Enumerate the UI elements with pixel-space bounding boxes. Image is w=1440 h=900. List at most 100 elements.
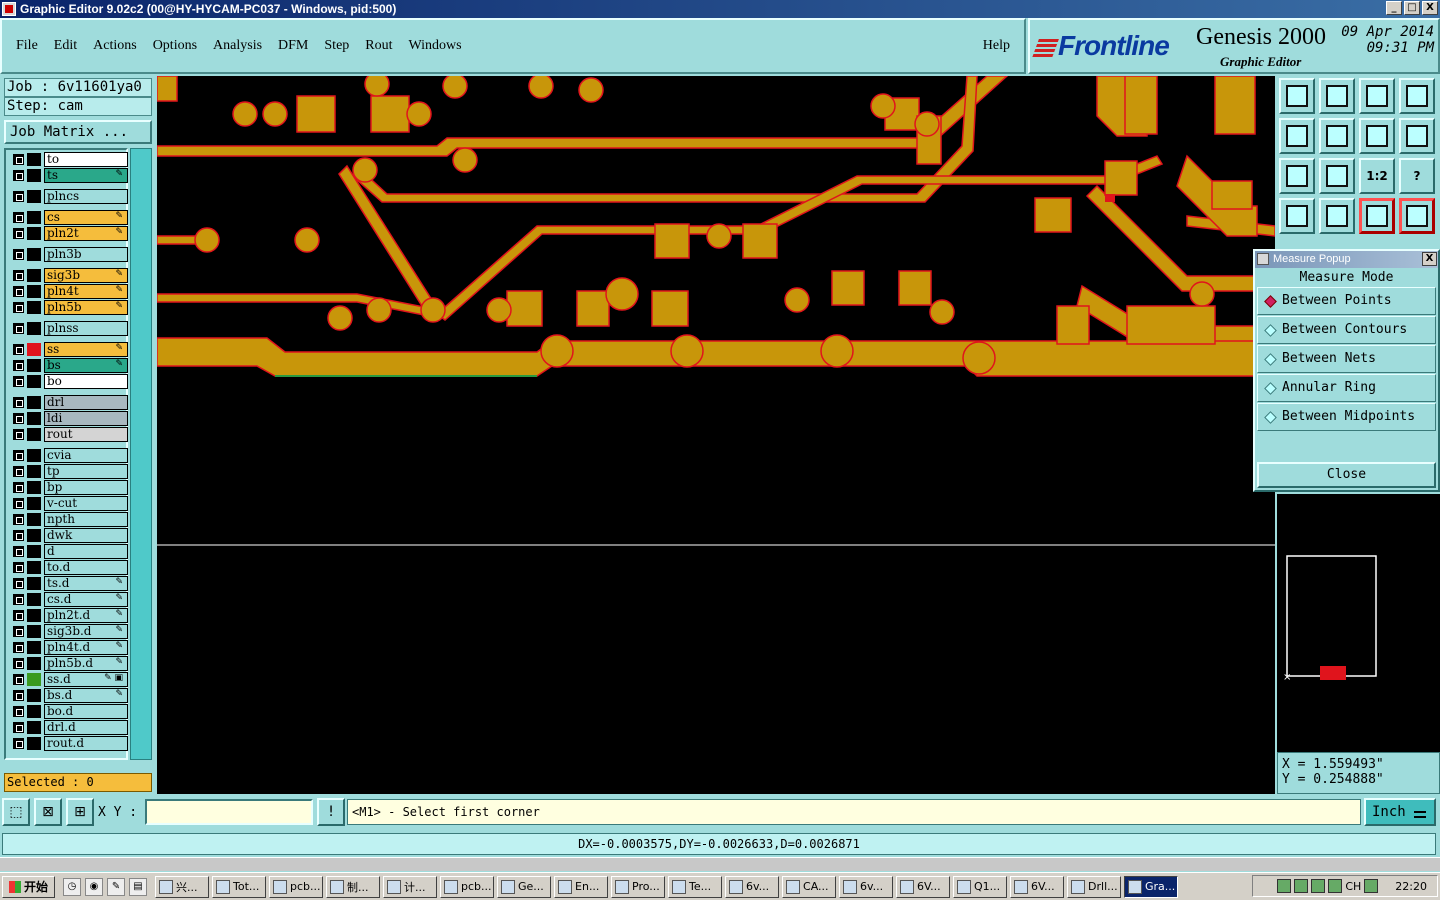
layer-color-swatch[interactable] xyxy=(27,375,41,388)
layer-row-drl[interactable]: drl xyxy=(10,395,128,410)
layer-row-sig3b-d[interactable]: sig3b.d ✎ xyxy=(10,624,128,639)
layer-checkbox[interactable] xyxy=(12,721,25,734)
layer-checkbox[interactable] xyxy=(12,375,25,388)
layer-color-swatch[interactable] xyxy=(27,641,41,654)
grid-button[interactable]: ⊞ xyxy=(66,798,94,826)
layer-checkbox[interactable] xyxy=(12,641,25,654)
layer-row-bo-d[interactable]: bo.d xyxy=(10,704,128,719)
layer-checkbox[interactable] xyxy=(12,412,25,425)
layer-checkbox[interactable] xyxy=(12,153,25,166)
layer-color-swatch[interactable] xyxy=(27,396,41,409)
layer-scrollbar[interactable] xyxy=(130,148,152,760)
measure-close-button[interactable]: Close xyxy=(1257,462,1436,488)
option-between-contours[interactable]: Between Contours xyxy=(1257,316,1436,344)
pan-left-button[interactable] xyxy=(1279,118,1315,154)
prompt-info-button[interactable]: ! xyxy=(317,798,345,826)
layer-row-bs[interactable]: bs ✎ xyxy=(10,358,128,373)
home-button[interactable] xyxy=(1359,78,1395,114)
taskbar-item[interactable]: Pro... xyxy=(611,875,666,898)
layer-name[interactable]: tp xyxy=(44,464,128,479)
layer-color-swatch[interactable] xyxy=(27,285,41,298)
taskbar-item[interactable]: 兴... xyxy=(155,875,210,898)
layer-name[interactable]: dwk xyxy=(44,528,128,543)
menu-file[interactable]: File xyxy=(16,38,38,54)
taskbar-item[interactable]: pcb... xyxy=(269,875,324,898)
select-mode-button[interactable]: ⬚ xyxy=(2,798,30,826)
layer-row-to-d[interactable]: to.d xyxy=(10,560,128,575)
taskbar-item[interactable]: 制... xyxy=(326,875,381,898)
layer-checkbox[interactable] xyxy=(12,169,25,182)
layer-color-swatch[interactable] xyxy=(27,737,41,750)
layer-row-sig3b[interactable]: sig3b ✎ xyxy=(10,268,128,283)
layer-row-to[interactable]: to xyxy=(10,152,128,167)
taskbar-item[interactable]: En... xyxy=(554,875,609,898)
one-to-one-button[interactable]: 1:2 xyxy=(1359,158,1395,194)
net-red2-button[interactable] xyxy=(1399,198,1435,234)
snap-button[interactable] xyxy=(1279,198,1315,234)
quicklaunch-clock-icon[interactable]: ◷ xyxy=(63,877,82,896)
menu-analysis[interactable]: Analysis xyxy=(213,38,262,54)
layer-checkbox[interactable] xyxy=(12,705,25,718)
layer-checkbox[interactable] xyxy=(12,428,25,441)
layer-color-swatch[interactable] xyxy=(27,322,41,335)
layer-color-swatch[interactable] xyxy=(27,529,41,542)
layer-color-swatch[interactable] xyxy=(27,593,41,606)
layer-color-swatch[interactable] xyxy=(27,609,41,622)
menu-dfm[interactable]: DFM xyxy=(278,38,308,54)
zoom-center-button[interactable] xyxy=(1319,158,1355,194)
layer-checkbox[interactable] xyxy=(12,190,25,203)
taskbar-item[interactable]: CA... xyxy=(782,875,837,898)
layer-checkbox[interactable] xyxy=(12,513,25,526)
layer-checkbox[interactable] xyxy=(12,269,25,282)
layer-color-swatch[interactable] xyxy=(27,545,41,558)
layer-color-swatch[interactable] xyxy=(27,689,41,702)
taskbar-item[interactable]: Gra... xyxy=(1124,875,1179,898)
layer-color-swatch[interactable] xyxy=(27,481,41,494)
layer-row-npth[interactable]: npth xyxy=(10,512,128,527)
layer-row-d[interactable]: d xyxy=(10,544,128,559)
taskbar-item[interactable]: 6V... xyxy=(1010,875,1065,898)
option-between-points[interactable]: Between Points xyxy=(1257,287,1436,315)
layer-color-swatch[interactable] xyxy=(27,190,41,203)
tray-language[interactable]: CH xyxy=(1345,880,1361,893)
layer-color-swatch[interactable] xyxy=(27,577,41,590)
overview-map[interactable]: × xyxy=(1277,494,1440,752)
minimize-button[interactable]: _ xyxy=(1386,1,1402,15)
tray-icon[interactable] xyxy=(1328,879,1343,893)
layer-row-bp[interactable]: bp xyxy=(10,480,128,495)
layer-name[interactable]: d xyxy=(44,544,128,559)
layer-name[interactable]: plnss xyxy=(44,321,128,336)
layer-checkbox[interactable] xyxy=(12,673,25,686)
tray-icon[interactable] xyxy=(1364,879,1379,893)
option-annular-ring[interactable]: Annular Ring xyxy=(1257,374,1436,402)
layer-row-ss[interactable]: ss ✎ xyxy=(10,342,128,357)
layer-row-pln3b[interactable]: pln3b xyxy=(10,247,128,262)
quicklaunch-edit-icon[interactable]: ✎ xyxy=(107,877,126,896)
layer-checkbox[interactable] xyxy=(12,211,25,224)
fit-button[interactable] xyxy=(1279,158,1315,194)
taskbar-item[interactable]: 6v... xyxy=(725,875,780,898)
zoom-in-button[interactable] xyxy=(1319,78,1355,114)
layer-row-ss-d[interactable]: ss.d ✎ ▣ xyxy=(10,672,128,687)
layer-color-swatch[interactable] xyxy=(27,657,41,670)
layer-name[interactable]: bo.d xyxy=(44,704,128,719)
layer-name[interactable]: drl.d xyxy=(44,720,128,735)
layer-row-v-cut[interactable]: v-cut xyxy=(10,496,128,511)
layer-color-swatch[interactable] xyxy=(27,721,41,734)
layer-row-plncs[interactable]: plncs xyxy=(10,189,128,204)
option-between-midpoints[interactable]: Between Midpoints xyxy=(1257,403,1436,431)
popup-close-icon[interactable]: X xyxy=(1422,252,1437,266)
layer-checkbox[interactable] xyxy=(12,577,25,590)
menu-rout[interactable]: Rout xyxy=(365,38,392,54)
layer-row-cs-d[interactable]: cs.d ✎ xyxy=(10,592,128,607)
tray-icon[interactable] xyxy=(1277,879,1292,893)
layer-checkbox[interactable] xyxy=(12,689,25,702)
layer-color-swatch[interactable] xyxy=(27,153,41,166)
layer-checkbox[interactable] xyxy=(12,227,25,240)
layer-name[interactable]: plncs xyxy=(44,189,128,204)
layer-row-cs[interactable]: cs ✎ xyxy=(10,210,128,225)
layer-checkbox[interactable] xyxy=(12,285,25,298)
layer-checkbox[interactable] xyxy=(12,481,25,494)
layer-row-ts-d[interactable]: ts.d ✎ xyxy=(10,576,128,591)
graphics-canvas[interactable] xyxy=(157,76,1275,794)
